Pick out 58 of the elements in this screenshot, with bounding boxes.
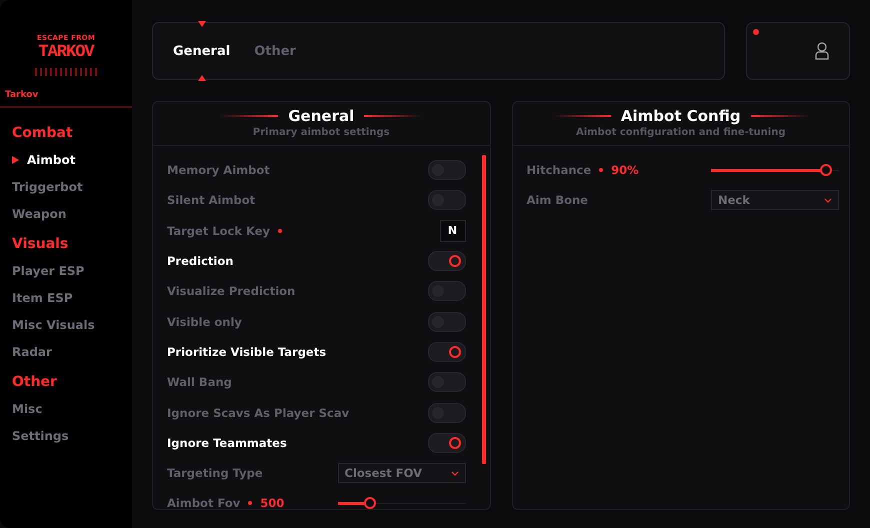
sidebar-item[interactable]: Aimbot (0, 146, 132, 173)
panel-title: General (288, 107, 354, 125)
setting-label: Aimbot Fov (167, 496, 240, 509)
setting-label: Hitchance (526, 163, 592, 178)
toggle-switch[interactable] (428, 432, 466, 453)
tab[interactable]: General (173, 22, 230, 80)
slider-value: 500 (260, 496, 284, 509)
sidebar-item[interactable]: Player ESP (0, 257, 132, 284)
toggle-switch[interactable] (428, 342, 466, 362)
sidebar-item[interactable]: Item ESP (0, 284, 132, 311)
game-name: Tarkov (0, 76, 132, 108)
chevron-down-icon (824, 198, 832, 203)
setting-label: Memory Aimbot (167, 163, 270, 178)
triangle-up-icon (198, 75, 206, 81)
sidebar-item[interactable]: Misc (0, 395, 132, 422)
toggle-switch[interactable] (428, 312, 466, 332)
setting-label: Ignore Teammates (167, 436, 287, 450)
setting-label: Wall Bang (167, 375, 232, 390)
profile-card[interactable] (746, 22, 850, 80)
slider-value: 90% (611, 163, 639, 178)
setting-label: Visible only (167, 314, 242, 329)
triangle-down-icon (198, 21, 206, 27)
setting-label: Aim Bone (526, 193, 588, 208)
setting-label: Prioritize Visible Targets (167, 344, 326, 359)
setting-label: Ignore Scavs As Player Scav (167, 406, 350, 420)
setting-label: Visualize Prediction (167, 284, 296, 298)
dropdown[interactable]: Closest FOV (338, 463, 466, 484)
panel-subtitle: Primary aimbot settings (252, 127, 390, 138)
section-heading: Other (11, 373, 58, 392)
toggle-switch[interactable] (428, 372, 466, 392)
panel-title: Aimbot Config (620, 107, 741, 125)
toggle-switch[interactable] (428, 281, 466, 302)
setting-label: Prediction (167, 254, 234, 268)
triangle-right-icon (12, 156, 19, 164)
toggle-switch[interactable] (428, 251, 466, 272)
sidebar-item[interactable]: Settings (0, 422, 132, 449)
section-heading: Visuals (11, 235, 70, 254)
setting-label: Targeting Type (167, 466, 263, 480)
sidebar-item[interactable]: Weapon (0, 200, 132, 227)
chevron-down-icon (450, 470, 458, 476)
user-icon (815, 42, 829, 60)
sidebar-item[interactable]: Triggerbot (0, 173, 132, 200)
panel-subtitle: Aimbot configuration and fine-tuning (576, 127, 786, 138)
toggle-switch[interactable] (428, 160, 466, 180)
setting-label: Target Lock Key (167, 224, 270, 238)
section-heading: Combat (11, 124, 74, 143)
dropdown[interactable]: Neck (711, 190, 839, 210)
dot-icon (599, 168, 604, 172)
sidebar-item[interactable]: Radar (0, 338, 132, 365)
scrollbar[interactable] (482, 155, 486, 464)
key-bind-button[interactable]: N (440, 220, 466, 242)
toggle-switch[interactable] (428, 402, 466, 423)
dot-icon (278, 228, 282, 233)
dot-icon (248, 501, 252, 506)
setting-label: Silent Aimbot (167, 193, 256, 208)
sidebar-item[interactable]: Misc Visuals (0, 311, 132, 338)
toggle-switch[interactable] (428, 190, 466, 210)
tab[interactable]: Other (254, 22, 296, 80)
